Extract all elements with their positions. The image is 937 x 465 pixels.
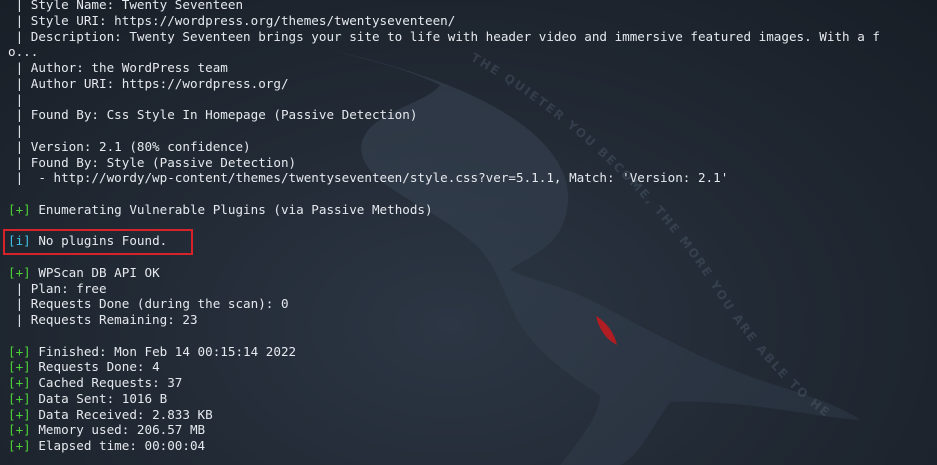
- summary-requests-done: [+] Requests Done: 4: [8, 359, 933, 375]
- terminal-output: | Style Name: Twenty Seventeen | Style U…: [8, 0, 933, 454]
- summary-data-received: [+] Data Received: 2.833 KB: [8, 407, 933, 423]
- summary-elapsed-time: [+] Elapsed time: 00:00:04: [8, 438, 933, 454]
- plus-tag: [+]: [8, 375, 31, 390]
- plugins-enumerating-line: [+] Enumerating Vulnerable Plugins (via …: [8, 202, 933, 218]
- theme-found-by-style: | Found By: Style (Passive Detection): [8, 154, 297, 170]
- plus-tag: [+]: [8, 359, 31, 375]
- summary-data-sent-text: Data Sent: 1016 B: [30, 390, 168, 406]
- plus-tag: [+]: [8, 406, 31, 422]
- api-status-line: [+] WPScan DB API OK: [8, 265, 933, 281]
- api-requests-remaining: | Requests Remaining: 23: [8, 312, 198, 327]
- no-plugins-highlight-box: [3, 229, 193, 255]
- api-plan: | Plan: free: [8, 280, 107, 296]
- theme-found-by-css: | Found By: Css Style In Homepage (Passi…: [8, 107, 418, 123]
- summary-requests-done-text: Requests Done: 4: [30, 359, 160, 375]
- theme-author-uri: | Author URI: https://wordpress.org/: [8, 75, 289, 91]
- summary-cached-requests-text: Cached Requests: 37: [30, 375, 183, 390]
- theme-style-match: | - http://wordy/wp-content/themes/twent…: [8, 170, 729, 186]
- plus-tag: [+]: [8, 343, 31, 359]
- plugins-enumerating-text: Enumerating Vulnerable Plugins (via Pass…: [30, 201, 433, 217]
- summary-finished-text: Finished: Mon Feb 14 00:15:14 2022: [30, 343, 297, 359]
- theme-style-name: | Style Name: Twenty Seventeen: [8, 0, 244, 12]
- summary-data-sent: [+] Data Sent: 1016 B: [8, 391, 933, 407]
- plus-tag: [+]: [8, 264, 31, 280]
- summary-finished: [+] Finished: Mon Feb 14 00:15:14 2022: [8, 344, 933, 360]
- summary-elapsed-time-text: Elapsed time: 00:00:04: [30, 438, 206, 453]
- theme-description-wrap: o...: [8, 44, 39, 60]
- theme-separator: |: [8, 91, 24, 107]
- theme-style-uri: | Style URI: https://wordpress.org/theme…: [8, 12, 456, 28]
- summary-data-received-text: Data Received: 2.833 KB: [30, 406, 213, 422]
- api-requests-done-scan: | Requests Done (during the scan): 0: [8, 296, 289, 312]
- theme-description: | Description: Twenty Seventeen brings y…: [8, 28, 880, 44]
- api-status-text: WPScan DB API OK: [30, 264, 160, 280]
- theme-version: | Version: 2.1 (80% confidence): [8, 138, 251, 154]
- summary-memory-used-text: Memory used: 206.57 MB: [30, 422, 206, 438]
- plus-tag: [+]: [8, 422, 31, 438]
- plus-tag: [+]: [8, 438, 31, 453]
- plus-tag: [+]: [8, 201, 31, 217]
- summary-cached-requests: [+] Cached Requests: 37: [8, 375, 933, 391]
- theme-author: | Author: the WordPress team: [8, 60, 228, 75]
- theme-separator: |: [8, 123, 24, 138]
- plus-tag: [+]: [8, 390, 31, 406]
- summary-memory-used: [+] Memory used: 206.57 MB: [8, 422, 933, 438]
